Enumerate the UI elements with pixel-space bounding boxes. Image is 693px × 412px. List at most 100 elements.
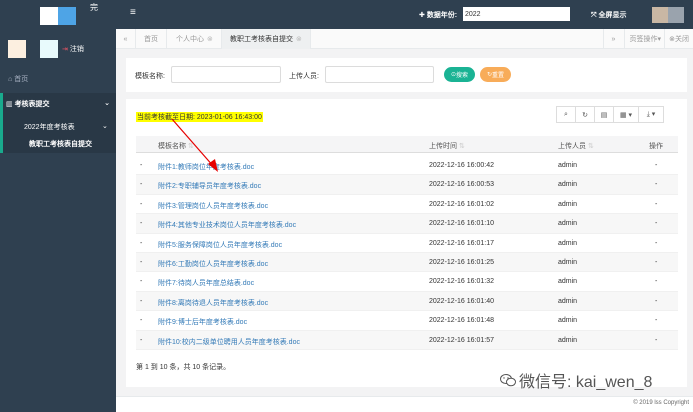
logout-label: 注销 [69, 46, 84, 53]
uploader: admin [558, 258, 578, 266]
logo-glyph: 完 [90, 3, 98, 12]
row-expand[interactable]: - [140, 240, 142, 247]
search-button[interactable]: ⊙ 搜索 [444, 67, 475, 82]
sidebar-item-assessment[interactable]: ▥ 考核表提交 ⌄ [6, 99, 110, 109]
search-panel: 模板名称: 上传人员: ⊙ 搜索 ↻ 重置 [126, 58, 687, 92]
user-name-block[interactable] [668, 7, 684, 23]
row-ops: - [655, 336, 658, 344]
uploader-input[interactable] [325, 66, 434, 83]
row-expand[interactable]: - [140, 162, 142, 169]
fullscreen-button[interactable]: ⤧ 全屏显示 [591, 10, 627, 20]
upload-time: 2022-12-16 16:00:42 [429, 162, 494, 169]
template-link[interactable]: 附件2:专职辅导员年度考核表.doc [158, 181, 261, 191]
template-name-input[interactable] [171, 66, 281, 83]
annotation-arrow-icon [171, 118, 218, 172]
year-label-text: 数据年份: [426, 12, 458, 19]
upload-time: 2022-12-16 16:01:10 [429, 220, 494, 228]
row-expand[interactable]: - [140, 220, 142, 227]
col-label: 上传时间 [429, 143, 457, 150]
sidebar-item-label: 2022年度考核表 [24, 124, 75, 131]
uploader: admin [558, 181, 578, 189]
logout-button[interactable]: ⇥ 注销 [62, 44, 84, 54]
footer-bar [116, 396, 693, 412]
sidebar-item-home[interactable]: ⌂ 首页 [8, 74, 28, 84]
tab-scroll-right-button[interactable]: » [603, 29, 623, 49]
sidebar-item-staff-submit[interactable]: 教职工考核表自提交 [29, 139, 92, 149]
sidebar: 完 ⇥ 注销 ⌂ 首页 ▥ 考核表提交 ⌄ 2022年度考核表 ⌄ 教职工考核表自… [0, 0, 116, 412]
row-expand[interactable]: - [140, 337, 142, 344]
caret-down-icon: ▾ [657, 36, 661, 43]
template-link[interactable]: 附件8:离岗待退人员年度考核表.doc [158, 298, 268, 308]
double-chevron-right-icon: » [611, 35, 616, 43]
tab-close-button[interactable]: ⊗ 关闭 [664, 29, 693, 49]
row-expand[interactable]: - [140, 259, 142, 266]
tab-ops-dropdown[interactable]: 页签操作 ▾ [624, 29, 665, 49]
upload-time: 2022-12-16 16:01:17 [429, 239, 494, 247]
year-label: ✚ 数据年份: [419, 10, 457, 20]
template-link[interactable]: 附件10:校内二级单位聘用人员年度考核表.doc [158, 337, 300, 347]
tab-scroll-left-button[interactable]: « [116, 29, 136, 49]
col-upload-time[interactable]: 上传时间 ⇅ [429, 141, 465, 151]
row-ops: - [655, 258, 658, 266]
watermark: 微信号: kai_wen_8 [500, 368, 652, 392]
sidebar-item-label: 首页 [14, 76, 29, 83]
template-link[interactable]: 附件6:工勤岗位人员年度考核表.doc [158, 259, 268, 269]
logout-icon: ⇥ [62, 46, 68, 53]
tab-home[interactable]: 首页 [136, 29, 167, 49]
search-button-label: 搜索 [456, 73, 469, 79]
tab-staff-submit[interactable]: 教职工考核表自提交 ⊗ [222, 29, 311, 49]
table-export-button[interactable]: ⤓ ▾ [638, 106, 664, 123]
row-expand[interactable]: - [140, 181, 142, 188]
watermark-text: 微信号: kai_wen_8 [519, 374, 653, 391]
user-row: ⇥ 注销 [8, 40, 84, 58]
avatar[interactable] [8, 40, 26, 58]
row-ops: - [655, 200, 658, 208]
template-link[interactable]: 附件7:待岗人员年度总结表.doc [158, 278, 254, 288]
tab-bar: « 首页 个人中心 ⊗ 教职工考核表自提交 ⊗ » 页签操作 ▾ ⊗ 关闭 [116, 29, 693, 49]
tab-label: 教职工考核表自提交 [230, 36, 293, 43]
table-columns-button[interactable]: ▦ ▾ [613, 106, 639, 123]
table-search-button[interactable]: ⌕ [556, 106, 576, 123]
row-expand[interactable]: - [140, 317, 142, 324]
year-input[interactable] [463, 7, 570, 21]
table-toggle-view-button[interactable]: ▤ [594, 106, 614, 123]
uploader: admin [558, 220, 578, 228]
table-refresh-button[interactable]: ↻ [575, 106, 595, 123]
upload-time: 2022-12-16 16:01:40 [429, 297, 494, 305]
reset-button[interactable]: ↻ 重置 [480, 67, 511, 82]
close-icon[interactable]: ⊗ [207, 35, 213, 43]
tab-profile[interactable]: 个人中心 ⊗ [168, 29, 222, 49]
row-expand[interactable]: - [140, 298, 142, 305]
row-ops: - [655, 297, 658, 305]
row-expand[interactable]: - [140, 278, 142, 285]
row-ops: - [655, 220, 658, 228]
plus-icon: ✚ [419, 12, 427, 19]
uploader-label: 上传人员: [289, 73, 319, 80]
table-toolbar: ⌕ ↻ ▤ ▦ ▾ ⤓ ▾ [556, 106, 664, 123]
close-icon[interactable]: ⊗ [296, 35, 302, 43]
col-uploader[interactable]: 上传人员 ⇅ [558, 141, 594, 151]
logo-block-white [40, 7, 58, 25]
template-link[interactable]: 附件4:其他专业技术岗位人员年度考核表.doc [158, 220, 296, 230]
chart-icon: ▥ [6, 101, 15, 108]
fullscreen-label: 全屏显示 [598, 12, 627, 19]
upload-time: 2022-12-16 16:01:48 [429, 317, 494, 325]
grid-icon: ▦ ▾ [619, 111, 633, 119]
upload-time: 2022-12-16 16:00:53 [429, 181, 494, 189]
row-expand[interactable]: - [140, 201, 142, 208]
sidebar-item-label: 考核表提交 [14, 101, 50, 108]
template-link[interactable]: 附件5:服务保障岗位人员年度考核表.doc [158, 240, 282, 250]
row-ops: - [655, 317, 658, 325]
template-link[interactable]: 附件9:博士后年度考核表.doc [158, 317, 247, 327]
row-ops: - [655, 278, 658, 286]
menu-toggle-icon[interactable]: ≡ [130, 7, 136, 18]
table-row: - 附件7:待岗人员年度总结表.doc 2022-12-16 16:01:32 adm… [136, 272, 678, 292]
avatar[interactable] [652, 7, 668, 23]
download-icon: ⤓ ▾ [646, 111, 656, 118]
top-bar: ≡ ✚ 数据年份: ⤧ 全屏显示 [116, 0, 693, 29]
logo-block-blue [58, 7, 76, 25]
expand-icon: ⤧ [591, 12, 599, 19]
tab-ops-label: 页签操作 [629, 36, 658, 43]
sidebar-item-2022-form[interactable]: 2022年度考核表 ⌄ [24, 122, 108, 132]
template-link[interactable]: 附件3:管理岗位人员年度考核表.doc [158, 201, 268, 211]
